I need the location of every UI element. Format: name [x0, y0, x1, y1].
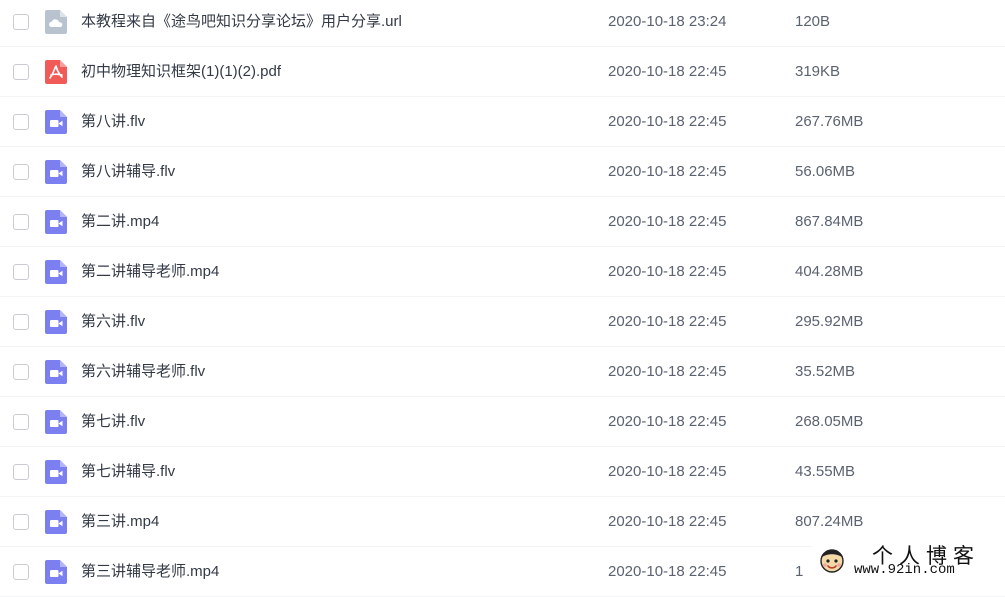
- file-size: 267.76MB: [795, 113, 864, 130]
- video-file-icon: [45, 510, 67, 534]
- file-name[interactable]: 第六讲辅导老师.flv: [81, 347, 205, 397]
- file-size: 120B: [795, 13, 831, 30]
- file-name[interactable]: 第三讲.mp4: [81, 497, 159, 547]
- file-size: 56.06MB: [795, 163, 856, 180]
- file-date: 2020-10-18 22:45: [608, 563, 727, 580]
- file-name[interactable]: 第六讲.flv: [81, 297, 145, 347]
- video-file-icon: [45, 460, 67, 484]
- file-size: 404.28MB: [795, 263, 864, 280]
- file-row[interactable]: 第二讲.mp4 2020-10-18 22:45 867.84MB: [0, 197, 1005, 247]
- file-row[interactable]: 第八讲辅导.flv 2020-10-18 22:45 56.06MB: [0, 147, 1005, 197]
- row-checkbox[interactable]: [13, 114, 29, 130]
- video-file-icon: [45, 260, 67, 284]
- file-date: 2020-10-18 22:45: [608, 63, 727, 80]
- row-checkbox[interactable]: [13, 564, 29, 580]
- file-row[interactable]: 第二讲辅导老师.mp4 2020-10-18 22:45 404.28MB: [0, 247, 1005, 297]
- blog-watermark: 个人博客 www.92in.com: [812, 538, 1005, 582]
- pdf-file-icon: [45, 60, 67, 84]
- file-date: 2020-10-18 22:45: [608, 163, 727, 180]
- file-size: 1: [795, 563, 804, 580]
- file-row[interactable]: 初中物理知识框架(1)(1)(2).pdf 2020-10-18 22:45 3…: [0, 47, 1005, 97]
- file-name[interactable]: 第七讲辅导.flv: [81, 447, 175, 497]
- video-file-icon: [45, 360, 67, 384]
- file-size: 43.55MB: [795, 463, 856, 480]
- file-date: 2020-10-18 22:45: [608, 413, 727, 430]
- row-checkbox[interactable]: [13, 214, 29, 230]
- file-size: 319KB: [795, 63, 841, 80]
- file-name[interactable]: 第八讲.flv: [81, 97, 145, 147]
- file-date: 2020-10-18 22:45: [608, 313, 727, 330]
- file-row[interactable]: 第八讲.flv 2020-10-18 22:45 267.76MB: [0, 97, 1005, 147]
- file-row[interactable]: 第六讲.flv 2020-10-18 22:45 295.92MB: [0, 297, 1005, 347]
- file-row[interactable]: 第七讲辅导.flv 2020-10-18 22:45 43.55MB: [0, 447, 1005, 497]
- file-date: 2020-10-18 22:45: [608, 513, 727, 530]
- row-checkbox[interactable]: [13, 314, 29, 330]
- file-name[interactable]: 本教程来自《途鸟吧知识分享论坛》用户分享.url: [81, 0, 402, 47]
- row-checkbox[interactable]: [13, 64, 29, 80]
- video-file-icon: [45, 110, 67, 134]
- file-list: 本教程来自《途鸟吧知识分享论坛》用户分享.url 2020-10-18 23:2…: [0, 0, 1005, 597]
- row-checkbox[interactable]: [13, 464, 29, 480]
- file-size: 295.92MB: [795, 313, 864, 330]
- file-date: 2020-10-18 22:45: [608, 113, 727, 130]
- file-date: 2020-10-18 22:45: [608, 263, 727, 280]
- video-file-icon: [45, 310, 67, 334]
- file-date: 2020-10-18 22:45: [608, 213, 727, 230]
- file-row[interactable]: 第七讲.flv 2020-10-18 22:45 268.05MB: [0, 397, 1005, 447]
- file-size: 867.84MB: [795, 213, 864, 230]
- file-name[interactable]: 第二讲辅导老师.mp4: [81, 247, 219, 297]
- file-row[interactable]: 第六讲辅导老师.flv 2020-10-18 22:45 35.52MB: [0, 347, 1005, 397]
- cloud-file-icon: [45, 10, 67, 34]
- file-name[interactable]: 第三讲辅导老师.mp4: [81, 547, 219, 597]
- file-row[interactable]: 本教程来自《途鸟吧知识分享论坛》用户分享.url 2020-10-18 23:2…: [0, 0, 1005, 47]
- file-date: 2020-10-18 22:45: [608, 363, 727, 380]
- row-checkbox[interactable]: [13, 164, 29, 180]
- file-name[interactable]: 第八讲辅导.flv: [81, 147, 175, 197]
- row-checkbox[interactable]: [13, 364, 29, 380]
- video-file-icon: [45, 210, 67, 234]
- file-date: 2020-10-18 23:24: [608, 13, 727, 30]
- row-checkbox[interactable]: [13, 264, 29, 280]
- file-size: 268.05MB: [795, 413, 864, 430]
- video-file-icon: [45, 560, 67, 584]
- file-name[interactable]: 初中物理知识框架(1)(1)(2).pdf: [81, 47, 281, 97]
- row-checkbox[interactable]: [13, 514, 29, 530]
- file-name[interactable]: 第七讲.flv: [81, 397, 145, 447]
- watermark-url: www.92in.com: [854, 562, 955, 578]
- file-name[interactable]: 第二讲.mp4: [81, 197, 159, 247]
- row-checkbox[interactable]: [13, 414, 29, 430]
- cartoon-avatar-icon: [816, 544, 848, 576]
- file-date: 2020-10-18 22:45: [608, 463, 727, 480]
- video-file-icon: [45, 160, 67, 184]
- row-checkbox[interactable]: [13, 14, 29, 30]
- file-size: 35.52MB: [795, 363, 856, 380]
- video-file-icon: [45, 410, 67, 434]
